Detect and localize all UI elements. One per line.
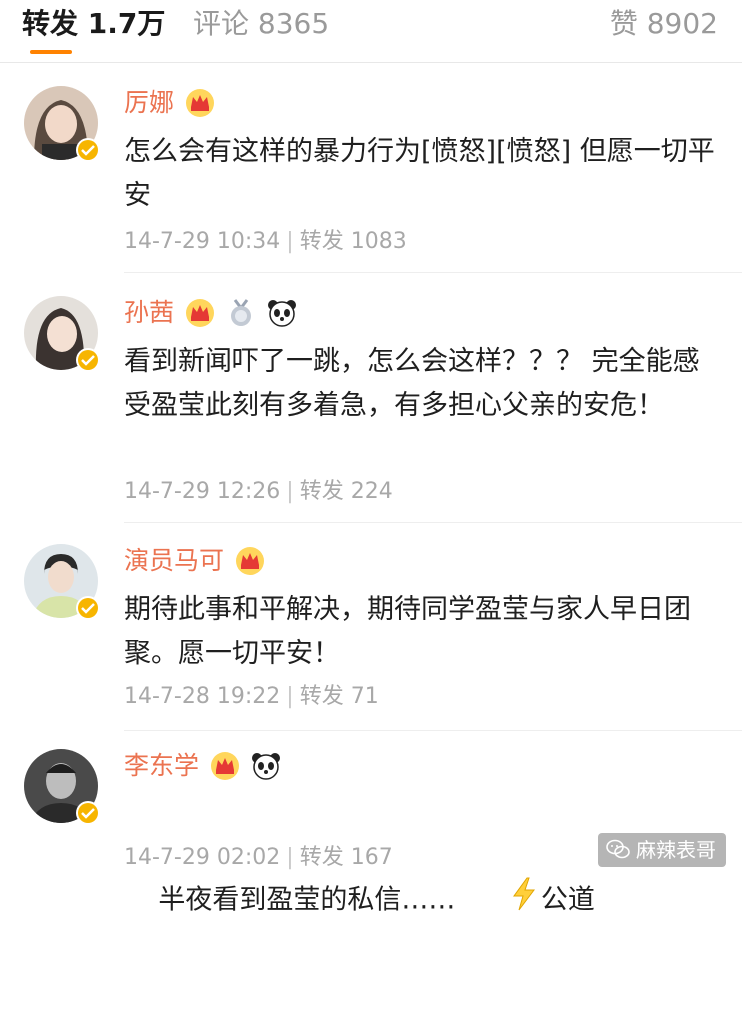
post-content: 期待此事和平解决，期待同学盈莹与家人早日团聚。愿一切平安！ [124, 594, 691, 669]
post-content: 怎么会有这样的暴力行为[愤怒][愤怒] 但愿一切平安 [124, 136, 715, 211]
tab-like[interactable]: 赞 8902 [610, 6, 718, 42]
username[interactable]: 厉娜 [124, 86, 174, 120]
tab-repost-count: 1.7万 [87, 7, 166, 40]
repost-count: 1083 [350, 229, 407, 254]
verified-icon [76, 801, 100, 825]
watermark-text: 麻辣表哥 [636, 838, 716, 862]
tab-comment-count: 8365 [257, 7, 330, 40]
repost-count: 71 [350, 684, 379, 709]
post-meta: 14-7-29 02:02 | 转发 167 [124, 845, 393, 870]
repost-count: 167 [350, 845, 393, 870]
tab-comment-label: 评论 [193, 7, 250, 40]
list-item[interactable]: 厉娜 怎么会有这样的暴力行为[愤怒][愤怒] 但愿一切平安 14-7-29 10… [0, 82, 742, 272]
watermark: 麻辣表哥 [598, 833, 726, 867]
post-time: 14-7-29 10:34 [124, 229, 281, 254]
crown-badge-icon[interactable] [235, 546, 265, 576]
verified-icon [76, 596, 100, 620]
crown-badge-icon[interactable] [210, 751, 240, 781]
wechat-icon [606, 837, 630, 867]
tab-bar: 转发 1.7万 评论 8365 赞 8902 [0, 0, 742, 58]
verified-icon [76, 138, 100, 162]
post-content: 半夜看到盈莹的私信…… 公道 [124, 789, 724, 1013]
post-content: 看到新闻吓了一跳，怎么会这样？？？ 完全能感受盈莹此刻有多着急，有多担心父亲的安… [124, 346, 700, 421]
repost-label: 转发 [299, 229, 344, 254]
list-item[interactable]: 演员马可 期待此事和平解决，期待同学盈莹与家人早日团聚。愿一切平安！ 14-7-… [0, 540, 742, 720]
panda-badge-icon[interactable] [267, 298, 297, 328]
medal-badge-icon[interactable] [226, 298, 256, 328]
list-item[interactable]: 孙茜 看到新闻吓了一跳，怎么会这样？？？ 完全能感受盈莹此刻有多着急，有多担心父… [0, 292, 742, 530]
repost-count: 224 [350, 479, 393, 504]
lightning-icon [459, 833, 537, 969]
tab-divider [0, 62, 742, 63]
crown-badge-icon[interactable] [185, 298, 215, 328]
repost-label: 转发 [299, 479, 344, 504]
avatar[interactable] [24, 86, 100, 162]
repost-label: 转发 [299, 845, 344, 870]
avatar[interactable] [24, 296, 100, 372]
tab-comment[interactable]: 评论 8365 [193, 6, 329, 42]
username[interactable]: 演员马可 [124, 544, 224, 578]
post-time: 14-7-28 19:22 [124, 684, 281, 709]
divider [124, 272, 742, 273]
avatar[interactable] [24, 749, 100, 825]
tab-repost[interactable]: 转发 1.7万 [22, 6, 165, 42]
divider [124, 522, 742, 523]
avatar[interactable] [24, 544, 100, 620]
username[interactable]: 孙茜 [124, 296, 174, 330]
tab-repost-label: 转发 [22, 7, 79, 40]
tab-like-count: 8902 [646, 7, 718, 40]
repost-label: 转发 [299, 684, 344, 709]
tab-like-label: 赞 [609, 7, 638, 40]
post-time: 14-7-29 12:26 [124, 479, 281, 504]
username[interactable]: 李东学 [124, 749, 199, 783]
divider [124, 730, 742, 731]
post-content-text: 半夜看到盈莹的私信…… [158, 884, 456, 916]
post-meta: 14-7-28 19:22 | 转发 71 [124, 684, 379, 709]
active-tab-indicator [30, 50, 72, 54]
post-time: 14-7-29 02:02 [124, 845, 281, 870]
post-content-tail: 公道 [540, 884, 595, 916]
post-meta: 14-7-29 12:26 | 转发 224 [124, 479, 393, 504]
post-meta: 14-7-29 10:34 | 转发 1083 [124, 229, 407, 254]
panda-badge-icon[interactable] [251, 751, 281, 781]
verified-icon [76, 348, 100, 372]
crown-badge-icon[interactable] [185, 88, 215, 118]
